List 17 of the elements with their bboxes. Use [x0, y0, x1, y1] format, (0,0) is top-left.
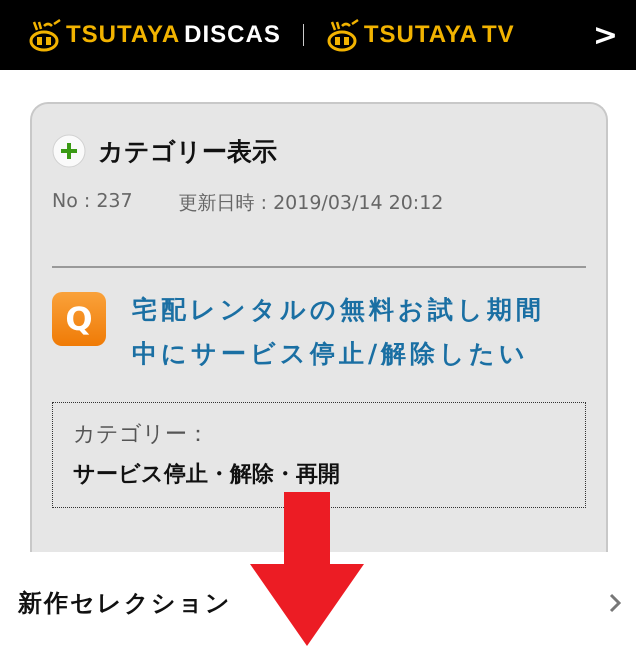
logo-word: TSUTAYA: [66, 21, 180, 49]
category-label: カテゴリー：: [73, 421, 210, 449]
chevron-right-icon: [608, 592, 622, 614]
section-title: 新作セレクション: [18, 588, 232, 618]
logo-word: TV: [482, 21, 515, 49]
mascot-icon: [326, 18, 360, 52]
question-link[interactable]: 宅配レンタルの無料お試し期間中にサービス停止/解除したい: [132, 288, 572, 376]
question-badge: Q: [52, 292, 106, 346]
faq-number: No : 237: [52, 190, 133, 214]
logo-word: DISCAS: [184, 21, 281, 49]
category-toggle[interactable]: カテゴリー表示: [52, 134, 586, 168]
down-arrow-icon: [250, 492, 364, 646]
updated-date: 更新日時 : 2019/03/14 20:12: [178, 191, 444, 216]
category-value: サービス停止・解除・再開: [73, 461, 341, 489]
next-button[interactable]: >: [588, 18, 622, 52]
logo-word: TSUTAYA: [364, 21, 478, 49]
mascot-icon: [28, 18, 62, 52]
